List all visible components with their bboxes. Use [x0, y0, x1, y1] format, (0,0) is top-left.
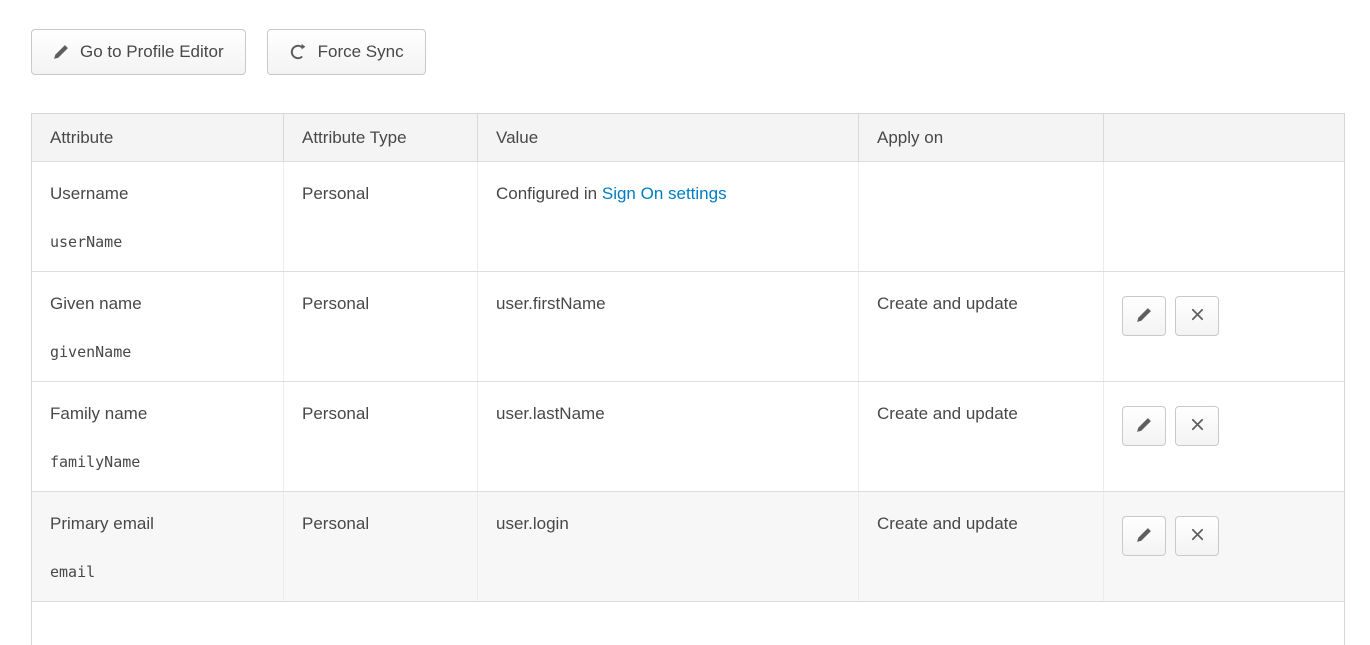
edit-button[interactable] [1122, 516, 1166, 556]
header-actions [1104, 114, 1344, 161]
pencil-icon [1136, 417, 1152, 436]
attribute-label: Username [50, 183, 265, 205]
edit-button[interactable] [1122, 296, 1166, 336]
value-text: Configured in [496, 184, 597, 203]
attribute-type-cell: Personal [284, 382, 478, 491]
attribute-cell: Family name familyName [32, 382, 284, 491]
apply-on-cell [859, 162, 1104, 271]
close-icon [1190, 527, 1205, 545]
table-header-row: Attribute Attribute Type Value Apply on [32, 114, 1344, 161]
table-row: Family name familyName Personal user.las… [32, 381, 1344, 491]
attribute-label: Primary email [50, 513, 265, 535]
actions-cell [1104, 382, 1344, 491]
delete-button[interactable] [1175, 516, 1219, 556]
pencil-icon [1136, 307, 1152, 326]
actions-cell [1104, 492, 1344, 601]
value-cell: Configured in Sign On settings [478, 162, 859, 271]
close-icon [1190, 307, 1205, 325]
force-sync-button[interactable]: Force Sync [267, 29, 426, 75]
attribute-variable-name: userName [50, 232, 265, 252]
attribute-cell: Username userName [32, 162, 284, 271]
delete-button[interactable] [1175, 296, 1219, 336]
attribute-type-cell: Personal [284, 272, 478, 381]
value-cell: user.lastName [478, 382, 859, 491]
attribute-cell: Primary email email [32, 492, 284, 601]
toolbar: Go to Profile Editor Force Sync [31, 29, 426, 75]
table-row: Given name givenName Personal user.first… [32, 271, 1344, 381]
attribute-variable-name: givenName [50, 342, 265, 362]
pencil-icon [1136, 527, 1152, 546]
header-attribute-type: Attribute Type [284, 114, 478, 161]
attribute-variable-name: email [50, 562, 265, 582]
attribute-label: Family name [50, 403, 265, 425]
force-sync-label: Force Sync [318, 42, 404, 62]
attribute-type-cell: Personal [284, 162, 478, 271]
header-apply-on: Apply on [859, 114, 1104, 161]
go-to-profile-editor-button[interactable]: Go to Profile Editor [31, 29, 246, 75]
attribute-cell: Given name givenName [32, 272, 284, 381]
attribute-variable-name: familyName [50, 452, 265, 472]
apply-on-cell: Create and update [859, 492, 1104, 601]
refresh-icon [289, 43, 307, 61]
attribute-type-cell: Personal [284, 492, 478, 601]
actions-cell [1104, 162, 1344, 271]
apply-on-cell: Create and update [859, 272, 1104, 381]
table-row-partial [32, 601, 1344, 645]
sign-on-settings-link[interactable]: Sign On settings [602, 184, 727, 203]
pencil-icon [53, 44, 69, 60]
close-icon [1190, 417, 1205, 435]
go-to-profile-editor-label: Go to Profile Editor [80, 42, 224, 62]
actions-cell [1104, 272, 1344, 381]
value-cell: user.firstName [478, 272, 859, 381]
header-value: Value [478, 114, 859, 161]
attribute-label: Given name [50, 293, 265, 315]
table-row: Primary email email Personal user.login … [32, 491, 1344, 601]
apply-on-cell: Create and update [859, 382, 1104, 491]
attribute-mappings-table: Attribute Attribute Type Value Apply on … [31, 113, 1345, 645]
header-attribute: Attribute [32, 114, 284, 161]
empty-row-spacer [32, 602, 1344, 645]
value-cell: user.login [478, 492, 859, 601]
table-row: Username userName Personal Configured in… [32, 161, 1344, 271]
edit-button[interactable] [1122, 406, 1166, 446]
delete-button[interactable] [1175, 406, 1219, 446]
